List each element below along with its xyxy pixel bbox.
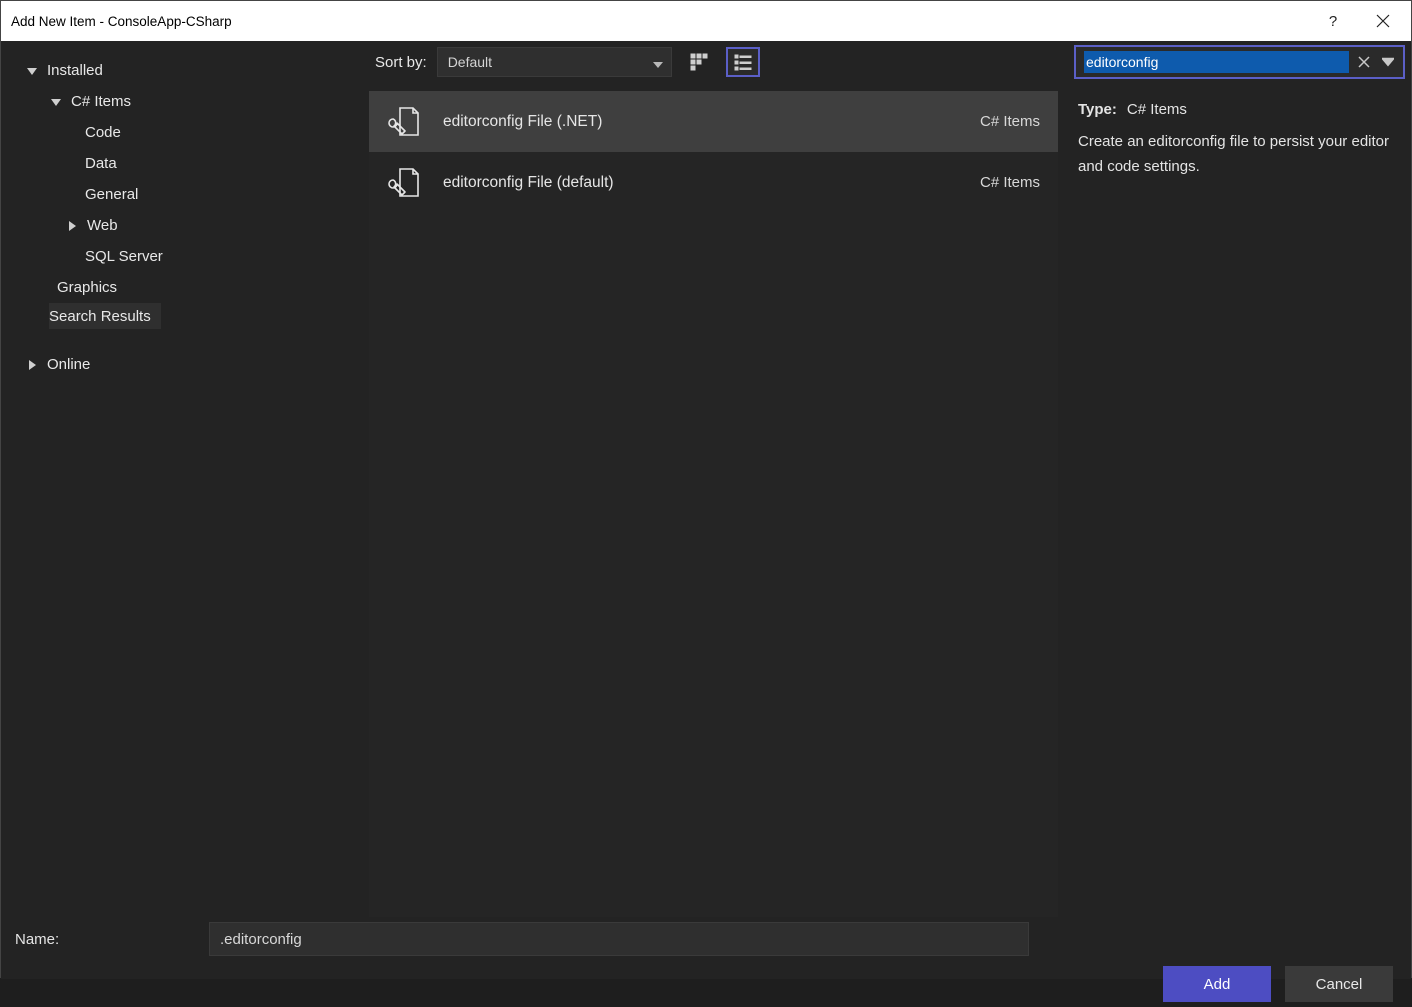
window-title: Add New Item - ConsoleApp-CSharp: [11, 14, 232, 29]
clear-search-button[interactable]: [1355, 53, 1373, 71]
info-panel: Type: C# Items Create an editorconfig fi…: [1074, 91, 1405, 186]
tree-item-data[interactable]: Data: [9, 148, 369, 179]
tree-item-search-results[interactable]: Search Results: [49, 303, 161, 329]
name-label: Name:: [15, 931, 201, 948]
info-description: Create an editorconfig file to persist y…: [1078, 129, 1401, 180]
template-list: editorconfig File (.NET) C# Items editor…: [369, 91, 1058, 917]
tree-online[interactable]: Online: [9, 349, 369, 380]
template-category: C# Items: [980, 174, 1040, 191]
chevron-down-icon: [653, 57, 663, 67]
view-grid-button[interactable]: [682, 47, 716, 77]
sortby-label: Sort by:: [375, 54, 427, 71]
sortby-select[interactable]: Default: [437, 47, 672, 77]
cancel-button[interactable]: Cancel: [1285, 966, 1393, 1002]
chevron-down-icon: [25, 64, 39, 78]
tree-installed[interactable]: Installed: [9, 55, 369, 86]
search-options-button[interactable]: [1379, 53, 1397, 71]
titlebar: Add New Item - ConsoleApp-CSharp ?: [1, 1, 1411, 41]
tree-item-code[interactable]: Code: [9, 117, 369, 148]
info-type-value: C# Items: [1127, 97, 1187, 123]
template-item[interactable]: editorconfig File (.NET) C# Items: [369, 91, 1058, 152]
tree-label: Code: [85, 124, 121, 141]
chevron-right-icon: [25, 358, 39, 372]
tree-label: Installed: [47, 62, 103, 79]
tree-item-sqlserver[interactable]: SQL Server: [9, 241, 369, 272]
tree-label: C# Items: [71, 93, 131, 110]
tree-item-web[interactable]: Web: [9, 210, 369, 241]
template-item[interactable]: editorconfig File (default) C# Items: [369, 152, 1058, 213]
template-category: C# Items: [980, 113, 1040, 130]
category-tree: Installed C# Items Code Data General Web…: [1, 41, 369, 917]
tree-csharp-items[interactable]: C# Items: [9, 86, 369, 117]
tree-label: Data: [85, 155, 117, 172]
chevron-down-icon: [49, 95, 63, 109]
tree-label: General: [85, 186, 138, 203]
file-wrench-icon: [385, 102, 425, 142]
sortby-value: Default: [448, 54, 492, 70]
template-label: editorconfig File (default): [443, 174, 980, 192]
help-button[interactable]: ?: [1319, 7, 1347, 35]
search-value: editorconfig: [1084, 51, 1349, 73]
search-input[interactable]: editorconfig: [1074, 45, 1405, 79]
file-wrench-icon: [385, 163, 425, 203]
template-label: editorconfig File (.NET): [443, 113, 980, 131]
tree-label: Online: [47, 356, 90, 373]
tree-item-general[interactable]: General: [9, 179, 369, 210]
name-input[interactable]: [209, 922, 1029, 956]
chevron-right-icon: [65, 219, 79, 233]
tree-label: SQL Server: [85, 248, 163, 265]
tree-item-graphics[interactable]: Graphics: [9, 272, 369, 303]
tree-label: Web: [87, 217, 118, 234]
info-type-label: Type:: [1078, 97, 1117, 123]
view-list-button[interactable]: [726, 47, 760, 77]
tree-label: Search Results: [49, 308, 151, 325]
close-button[interactable]: [1369, 7, 1397, 35]
tree-label: Graphics: [57, 279, 117, 296]
add-button[interactable]: Add: [1163, 966, 1271, 1002]
